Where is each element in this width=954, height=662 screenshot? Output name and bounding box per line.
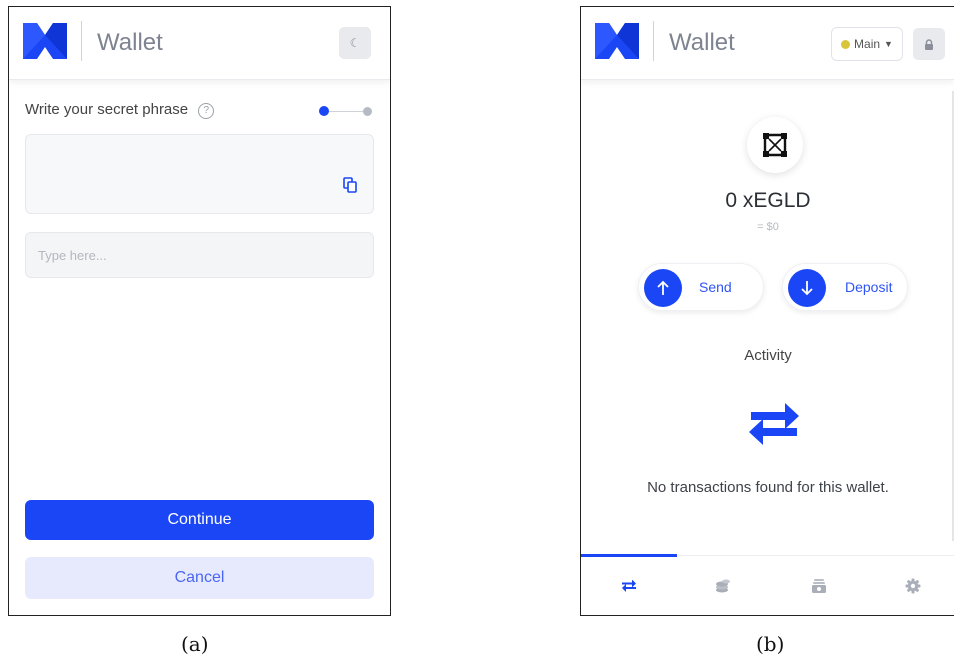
logo — [23, 23, 67, 59]
continue-button[interactable]: Continue — [25, 500, 374, 540]
theme-toggle-button[interactable]: ☾ — [339, 27, 371, 59]
network-status-dot — [841, 39, 851, 49]
network-label: Main — [854, 37, 881, 51]
moon-icon: ☾ — [349, 36, 361, 50]
lock-icon — [925, 38, 933, 50]
token-avatar — [747, 117, 803, 173]
swap-arrows-icon — [749, 403, 799, 445]
chevron-down-icon: ▼ — [884, 39, 893, 49]
app-header: Wallet Main ▼ — [581, 7, 954, 80]
nav-nfts[interactable] — [807, 574, 831, 598]
app-title: Wallet — [669, 29, 735, 56]
cancel-button[interactable]: Cancel — [25, 557, 374, 599]
secret-phrase-screen: Wallet ☾ Write your secret phrase ? Cont… — [8, 6, 391, 616]
step-dot-inactive — [363, 107, 372, 116]
arrow-up-icon — [644, 269, 682, 307]
logo — [595, 23, 639, 59]
empty-activity-message: No transactions found for this wallet. — [647, 479, 889, 496]
step-dot-active — [319, 106, 329, 116]
app-title: Wallet — [97, 29, 163, 56]
nav-active-indicator — [581, 554, 677, 557]
nav-transactions[interactable] — [617, 574, 641, 598]
balance-usd: = $0 — [757, 221, 779, 233]
secret-phrase-title: Write your secret phrase — [25, 101, 189, 118]
send-button[interactable]: Send — [638, 263, 764, 311]
deposit-label: Deposit — [845, 279, 893, 295]
help-circle-icon[interactable]: ? — [198, 103, 215, 119]
step-indicator — [319, 106, 379, 116]
nft-icon — [812, 579, 826, 593]
transactions-icon — [622, 580, 636, 592]
deposit-button[interactable]: Deposit — [782, 263, 908, 311]
phrase-word-input[interactable] — [25, 232, 374, 278]
nav-settings[interactable] — [901, 574, 925, 598]
wallet-dashboard-screen: Wallet Main ▼ 0 xEGLD = $0 Send Deposit … — [580, 6, 954, 616]
secret-phrase-box — [25, 134, 374, 214]
settings-icon — [905, 578, 921, 594]
app-header: Wallet ☾ — [9, 7, 390, 80]
balance-amount: 0 xEGLD — [725, 189, 811, 212]
caption-b: (b) — [756, 632, 785, 656]
egld-token-icon — [763, 133, 787, 157]
send-label: Send — [699, 279, 732, 295]
header-divider — [653, 21, 654, 61]
lock-button[interactable] — [913, 28, 945, 60]
secret-phrase-heading: Write your secret phrase ? — [25, 101, 215, 119]
arrow-down-icon — [788, 269, 826, 307]
header-divider — [81, 21, 82, 61]
coins-icon — [716, 579, 730, 593]
copy-icon[interactable] — [343, 177, 357, 193]
nav-tokens[interactable] — [711, 574, 735, 598]
activity-heading: Activity — [744, 347, 792, 364]
bottom-nav — [581, 554, 954, 615]
caption-a: (a) — [181, 632, 209, 656]
network-selector[interactable]: Main ▼ — [831, 27, 903, 61]
